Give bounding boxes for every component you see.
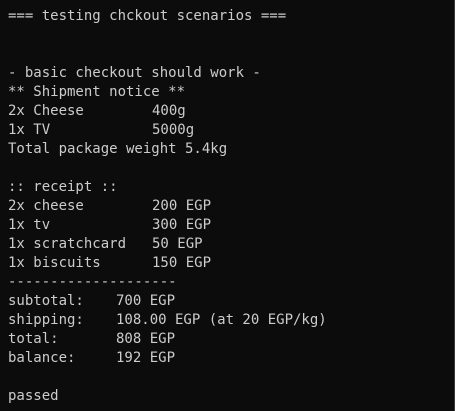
shipment-title: ** Shipment notice ** <box>8 84 186 100</box>
summary-value: 108.00 EGP (at 20 EGP/kg) <box>116 312 327 328</box>
shipment-item: 2x Cheese 400g <box>8 102 455 121</box>
receipt-item-name: 2x cheese <box>8 198 84 214</box>
summary-value: 700 EGP <box>116 293 176 309</box>
summary-label: total: <box>8 331 59 347</box>
shipment-item: 1x TV 5000g <box>8 121 455 140</box>
summary-label: balance: <box>8 350 76 366</box>
summary-label: subtotal: <box>8 293 84 309</box>
receipt-item: 1x tv 300 EGP <box>8 216 455 235</box>
summary-row-total: total: 808 EGP <box>8 330 455 349</box>
shipment-item-name: 1x TV <box>8 122 51 138</box>
receipt-item-name: 1x tv <box>8 217 51 233</box>
summary-row-balance: balance: 192 EGP <box>8 349 455 368</box>
shipment-item-weight: 5000g <box>152 122 195 138</box>
receipt-item-price: 150 EGP <box>152 255 212 271</box>
summary-value: 192 EGP <box>116 350 176 366</box>
receipt-title: :: receipt :: <box>8 179 118 195</box>
terminal-window: === testing chckout scenarios === - basi… <box>0 0 455 411</box>
shipment-item-name: 2x Cheese <box>8 103 84 119</box>
receipt-item-name: 1x biscuits <box>8 255 101 271</box>
summary-value: 808 EGP <box>116 331 176 347</box>
receipt-item-price: 50 EGP <box>152 236 203 252</box>
receipt-item-price: 300 EGP <box>152 217 212 233</box>
summary-label: shipping: <box>8 312 84 328</box>
section-title: - basic checkout should work - <box>8 65 261 81</box>
test-header: === testing chckout scenarios === <box>8 8 287 24</box>
shipment-total-weight: Total package weight 5.4kg <box>8 141 228 157</box>
receipt-item: 2x cheese 200 EGP <box>8 197 455 216</box>
summary-row-subtotal: subtotal: 700 EGP <box>8 292 455 311</box>
test-result: passed <box>8 388 59 404</box>
receipt-item: 1x scratchcard 50 EGP <box>8 235 455 254</box>
summary-row-shipping: shipping: 108.00 EGP (at 20 EGP/kg) <box>8 311 455 330</box>
receipt-item: 1x biscuits 150 EGP <box>8 254 455 273</box>
receipt-item-price: 200 EGP <box>152 198 212 214</box>
receipt-item-name: 1x scratchcard <box>8 236 127 252</box>
receipt-divider: -------------------- <box>8 274 177 290</box>
shipment-item-weight: 400g <box>152 103 186 119</box>
